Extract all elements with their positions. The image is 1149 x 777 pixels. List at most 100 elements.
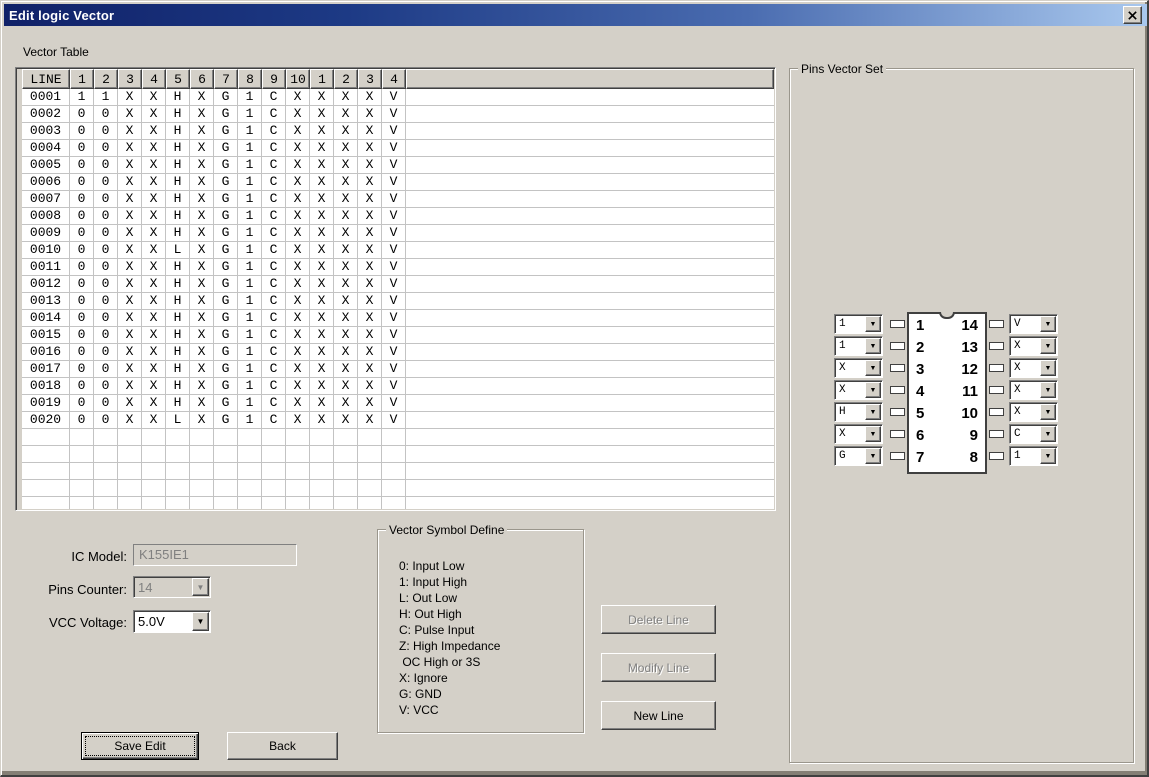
vector-cell[interactable]: V: [382, 412, 406, 429]
vector-cell[interactable]: X: [118, 89, 142, 106]
vector-cell[interactable]: X: [310, 293, 334, 310]
table-row[interactable]: 0017 0 0 X X H X G 1 C X X X X V: [22, 361, 774, 378]
vector-cell[interactable]: C: [262, 293, 286, 310]
vector-cell[interactable]: X: [118, 174, 142, 191]
vector-cell[interactable]: X: [286, 157, 310, 174]
vector-cell[interactable]: X: [310, 344, 334, 361]
vector-cell[interactable]: X: [334, 395, 358, 412]
chevron-down-icon[interactable]: ▼: [1040, 448, 1056, 464]
pin-state-combo[interactable]: X ▼: [1009, 402, 1058, 422]
vector-cell[interactable]: G: [214, 259, 238, 276]
vector-cell[interactable]: X: [310, 395, 334, 412]
line-number-cell[interactable]: 0014: [22, 310, 70, 327]
vector-cell[interactable]: 1: [238, 208, 262, 225]
vector-cell[interactable]: 0: [94, 140, 118, 157]
pin-state-combo[interactable]: V ▼: [1009, 314, 1058, 334]
vector-cell[interactable]: 0: [94, 259, 118, 276]
column-header[interactable]: 10: [286, 69, 310, 89]
vector-cell[interactable]: 0: [94, 361, 118, 378]
vector-cell[interactable]: 0: [94, 242, 118, 259]
table-row[interactable]: 0005 0 0 X X H X G 1 C X X X X V: [22, 157, 774, 174]
vector-cell[interactable]: X: [286, 361, 310, 378]
vector-cell[interactable]: 0: [94, 293, 118, 310]
table-row[interactable]: 0012 0 0 X X H X G 1 C X X X X V: [22, 276, 774, 293]
vector-cell[interactable]: X: [190, 140, 214, 157]
chevron-down-icon[interactable]: ▼: [865, 448, 881, 464]
vector-cell[interactable]: C: [262, 259, 286, 276]
vector-cell[interactable]: 0: [70, 395, 94, 412]
column-header[interactable]: 1: [310, 69, 334, 89]
vector-cell[interactable]: 1: [238, 174, 262, 191]
vector-cell[interactable]: X: [286, 276, 310, 293]
line-number-cell[interactable]: 0002: [22, 106, 70, 123]
chevron-down-icon[interactable]: ▼: [1040, 316, 1056, 332]
vector-cell[interactable]: X: [358, 242, 382, 259]
vector-cell[interactable]: 1: [238, 276, 262, 293]
vector-cell[interactable]: X: [142, 242, 166, 259]
vector-cell[interactable]: 1: [238, 310, 262, 327]
vector-cell[interactable]: X: [334, 276, 358, 293]
pin-state-combo[interactable]: X ▼: [834, 424, 883, 444]
vector-cell[interactable]: H: [166, 310, 190, 327]
vector-cell[interactable]: V: [382, 174, 406, 191]
vector-cell[interactable]: X: [334, 157, 358, 174]
vector-cell[interactable]: X: [358, 191, 382, 208]
vector-cell[interactable]: X: [334, 225, 358, 242]
vector-cell[interactable]: C: [262, 140, 286, 157]
vector-cell[interactable]: H: [166, 191, 190, 208]
vector-cell[interactable]: 0: [94, 106, 118, 123]
vector-cell[interactable]: X: [310, 106, 334, 123]
column-header[interactable]: 2: [94, 69, 118, 89]
chevron-down-icon[interactable]: ▼: [865, 338, 881, 354]
vector-cell[interactable]: X: [190, 378, 214, 395]
vector-cell[interactable]: 1: [238, 378, 262, 395]
vector-cell[interactable]: X: [358, 395, 382, 412]
vector-cell[interactable]: L: [166, 242, 190, 259]
vector-cell[interactable]: X: [118, 361, 142, 378]
vector-cell[interactable]: X: [310, 327, 334, 344]
vector-cell[interactable]: X: [334, 344, 358, 361]
vector-cell[interactable]: 0: [70, 191, 94, 208]
vector-cell[interactable]: G: [214, 208, 238, 225]
vector-cell[interactable]: V: [382, 361, 406, 378]
vector-cell[interactable]: 0: [94, 344, 118, 361]
vector-cell[interactable]: X: [286, 378, 310, 395]
vector-cell[interactable]: X: [190, 174, 214, 191]
vector-cell[interactable]: V: [382, 191, 406, 208]
vector-cell[interactable]: X: [118, 327, 142, 344]
pin-state-combo[interactable]: X ▼: [1009, 336, 1058, 356]
vector-cell[interactable]: 0: [70, 140, 94, 157]
vector-cell[interactable]: G: [214, 395, 238, 412]
vector-cell[interactable]: H: [166, 140, 190, 157]
vector-cell[interactable]: X: [142, 344, 166, 361]
vector-cell[interactable]: X: [190, 395, 214, 412]
vector-cell[interactable]: 1: [94, 89, 118, 106]
chevron-down-icon[interactable]: ▼: [865, 316, 881, 332]
vector-cell[interactable]: X: [334, 242, 358, 259]
column-header[interactable]: 1: [70, 69, 94, 89]
table-row[interactable]: 0008 0 0 X X H X G 1 C X X X X V: [22, 208, 774, 225]
vector-cell[interactable]: V: [382, 276, 406, 293]
line-number-cell[interactable]: 0013: [22, 293, 70, 310]
vector-cell[interactable]: C: [262, 191, 286, 208]
vector-cell[interactable]: V: [382, 344, 406, 361]
vector-cell[interactable]: X: [118, 106, 142, 123]
column-header[interactable]: 3: [358, 69, 382, 89]
vector-cell[interactable]: X: [142, 174, 166, 191]
vector-cell[interactable]: 0: [70, 106, 94, 123]
vector-cell[interactable]: 0: [70, 225, 94, 242]
vector-cell[interactable]: 0: [70, 344, 94, 361]
vector-cell[interactable]: C: [262, 242, 286, 259]
vector-cell[interactable]: X: [118, 157, 142, 174]
vector-cell[interactable]: X: [358, 106, 382, 123]
vector-cell[interactable]: X: [190, 123, 214, 140]
save-edit-button[interactable]: Save Edit: [81, 732, 199, 760]
vector-cell[interactable]: V: [382, 140, 406, 157]
vector-cell[interactable]: 0: [70, 123, 94, 140]
vector-cell[interactable]: V: [382, 225, 406, 242]
column-header[interactable]: 8: [238, 69, 262, 89]
vector-cell[interactable]: X: [118, 276, 142, 293]
vector-cell[interactable]: V: [382, 293, 406, 310]
vector-cell[interactable]: X: [358, 293, 382, 310]
vector-cell[interactable]: C: [262, 174, 286, 191]
